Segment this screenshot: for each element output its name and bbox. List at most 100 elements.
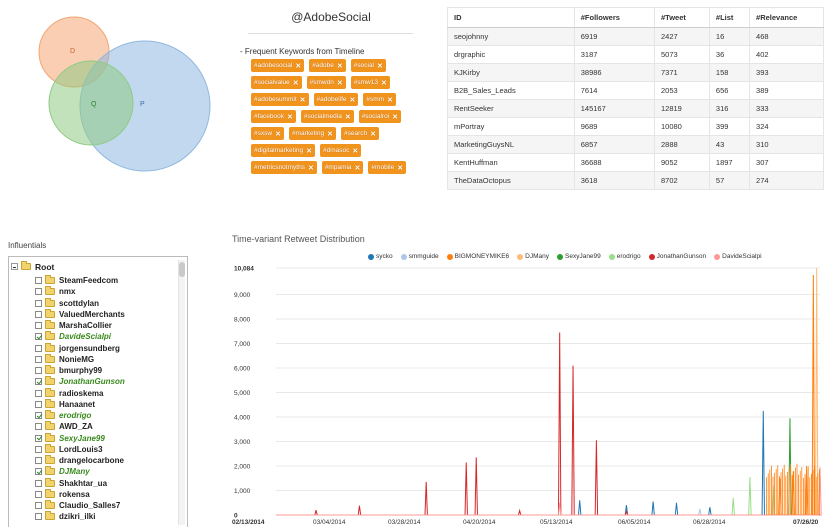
- keyword-tag[interactable]: #mobile ✕: [368, 161, 407, 174]
- checkbox[interactable]: [35, 367, 42, 374]
- close-icon[interactable]: ✕: [350, 96, 356, 104]
- legend-item[interactable]: erodrigo: [608, 253, 641, 260]
- tree-item[interactable]: JonathanGunson: [35, 376, 125, 387]
- keyword-tag[interactable]: #search ✕: [340, 127, 379, 140]
- table-row[interactable]: seojohnny 6919 2427 16 468: [447, 27, 824, 46]
- close-icon[interactable]: ✕: [387, 96, 393, 104]
- keyword-tag[interactable]: #socialroi ✕: [358, 110, 402, 123]
- close-icon[interactable]: ✕: [327, 130, 333, 138]
- keyword-tag[interactable]: #social ✕: [350, 59, 386, 72]
- legend-item[interactable]: BIGMONEYMIKE6: [446, 253, 509, 260]
- keyword-tag[interactable]: #adobesocial ✕: [251, 59, 305, 72]
- collapse-icon[interactable]: [11, 263, 18, 270]
- table-row[interactable]: RentSeeker 145167 12819 316 333: [447, 99, 824, 118]
- legend-item[interactable]: sycko: [368, 253, 393, 260]
- close-icon[interactable]: ✕: [381, 79, 387, 87]
- tree-scrollbar[interactable]: [178, 260, 185, 525]
- tree-item[interactable]: drangelocarbone: [35, 455, 124, 466]
- tree-item[interactable]: ValuedMerchants: [35, 308, 125, 320]
- checkbox[interactable]: [35, 344, 42, 352]
- keyword-tag[interactable]: #adobe ✕: [309, 59, 346, 72]
- keyword-tag[interactable]: #smw13 ✕: [350, 76, 390, 89]
- column-header[interactable]: ID: [447, 7, 575, 28]
- tree-item[interactable]: DJMany: [35, 466, 90, 477]
- close-icon[interactable]: ✕: [355, 164, 361, 172]
- close-icon[interactable]: ✕: [300, 96, 306, 104]
- checkbox[interactable]: [35, 277, 42, 284]
- column-header[interactable]: #Tweet: [654, 7, 710, 28]
- tree-item[interactable]: LordLouis3: [35, 443, 103, 455]
- legend-item[interactable]: JonathanGunson: [648, 253, 706, 260]
- column-header[interactable]: #Followers: [574, 7, 656, 28]
- keyword-tag[interactable]: #sxsw ✕: [251, 127, 284, 140]
- tree-root[interactable]: Root: [11, 261, 54, 272]
- keyword-tag[interactable]: #adobesummit ✕: [251, 93, 309, 106]
- table-row[interactable]: drgraphic 3187 5073 36 402: [447, 45, 824, 64]
- table-row[interactable]: B2B_Sales_Leads 7614 2053 656 389: [447, 81, 824, 100]
- keyword-tag[interactable]: #mpamia ✕: [321, 161, 364, 174]
- checkbox[interactable]: [35, 389, 42, 397]
- tree-item[interactable]: DavideScialpi: [35, 331, 111, 342]
- checkbox[interactable]: [35, 322, 42, 329]
- tree-item[interactable]: scottdylan: [35, 297, 99, 309]
- tree-item[interactable]: NonieMG: [35, 353, 94, 365]
- tree-scrollbar-thumb[interactable]: [179, 262, 185, 277]
- close-icon[interactable]: ✕: [392, 113, 398, 121]
- checkbox[interactable]: [35, 468, 42, 476]
- checkbox[interactable]: [35, 490, 42, 498]
- checkbox[interactable]: [35, 479, 42, 487]
- tree-item[interactable]: SexyJane99: [35, 432, 105, 444]
- checkbox[interactable]: [35, 423, 42, 431]
- checkbox[interactable]: [35, 502, 42, 509]
- tree-item[interactable]: Hanaanet: [35, 398, 95, 410]
- tree-item[interactable]: Claudio_Salles7: [35, 500, 120, 511]
- checkbox[interactable]: [35, 333, 42, 341]
- close-icon[interactable]: ✕: [293, 79, 299, 87]
- tree-item[interactable]: radioskema: [35, 387, 103, 399]
- close-icon[interactable]: ✕: [397, 164, 403, 172]
- tree-item[interactable]: erodrigo: [35, 410, 91, 421]
- checkbox[interactable]: [35, 434, 42, 442]
- keyword-tag[interactable]: #socialvalue ✕: [251, 76, 302, 89]
- tree-item[interactable]: nmx: [35, 286, 75, 297]
- keyword-tag[interactable]: #metricsnotmyths ✕: [251, 161, 317, 174]
- tree-item[interactable]: rokensa: [35, 488, 90, 500]
- keyword-tag[interactable]: #smm ✕: [363, 93, 396, 106]
- column-header[interactable]: #Relevance: [749, 7, 824, 28]
- legend-item[interactable]: DJMany: [517, 253, 549, 260]
- keyword-tag[interactable]: #adobelife ✕: [313, 93, 359, 106]
- close-icon[interactable]: ✕: [287, 113, 293, 121]
- tree-item[interactable]: dzikri_ilki: [35, 511, 95, 522]
- close-icon[interactable]: ✕: [352, 147, 358, 155]
- close-icon[interactable]: ✕: [295, 62, 301, 70]
- influentials-tree[interactable]: Root SteamFeedcom nmx scottdylan ValuedMerc…: [8, 256, 188, 527]
- tree-item[interactable]: jorgensundberg: [35, 342, 120, 354]
- checkbox[interactable]: [35, 513, 42, 521]
- legend-item[interactable]: smmguide: [400, 253, 439, 260]
- tree-item[interactable]: MarshaCollier: [35, 320, 112, 331]
- close-icon[interactable]: ✕: [275, 130, 281, 138]
- close-icon[interactable]: ✕: [308, 164, 314, 172]
- table-row[interactable]: mPortray 9689 10080 399 324: [447, 117, 824, 136]
- close-icon[interactable]: ✕: [337, 62, 343, 70]
- keyword-tag[interactable]: #smwdn ✕: [306, 76, 346, 89]
- tree-item[interactable]: Shakhtar_ua: [35, 477, 107, 489]
- checkbox[interactable]: [35, 412, 42, 419]
- checkbox[interactable]: [35, 457, 42, 464]
- column-header[interactable]: #List: [709, 7, 751, 28]
- checkbox[interactable]: [35, 288, 42, 296]
- close-icon[interactable]: ✕: [377, 62, 383, 70]
- keyword-tag[interactable]: #marketing ✕: [288, 127, 336, 140]
- checkbox[interactable]: [35, 299, 42, 307]
- tree-item[interactable]: SteamFeedcom: [35, 275, 118, 286]
- checkbox[interactable]: [35, 400, 42, 408]
- close-icon[interactable]: ✕: [345, 113, 351, 121]
- close-icon[interactable]: ✕: [306, 147, 312, 155]
- keyword-tag[interactable]: #digitalmarketing ✕: [251, 144, 316, 157]
- keyword-tag[interactable]: #socialmedia ✕: [300, 110, 354, 123]
- tree-item[interactable]: AWD_ZA: [35, 421, 93, 432]
- close-icon[interactable]: ✕: [337, 79, 343, 87]
- legend-item[interactable]: SexyJane99: [557, 253, 601, 260]
- keyword-tag[interactable]: #facebook ✕: [251, 110, 296, 123]
- tree-item[interactable]: bmurphy99: [35, 365, 102, 376]
